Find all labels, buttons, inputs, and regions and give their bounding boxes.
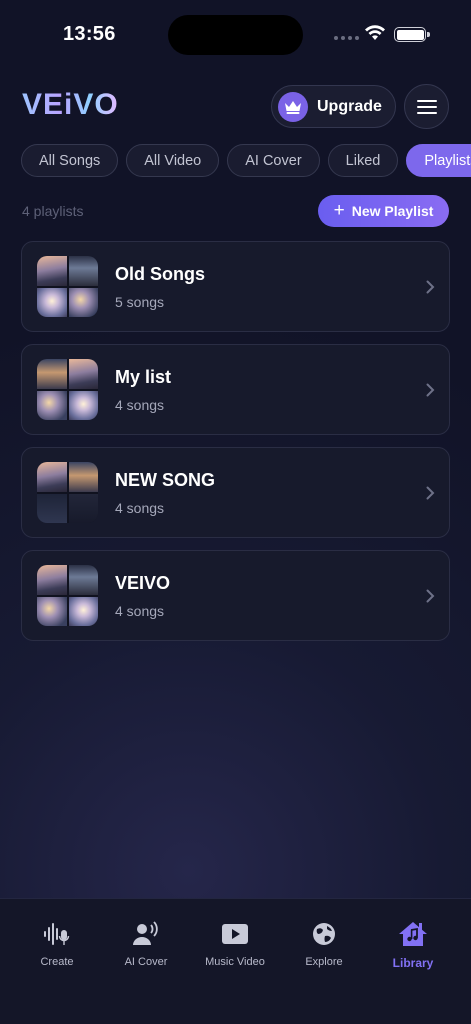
nav-label-explore: Explore: [305, 956, 343, 968]
chevron-right-icon: [426, 486, 435, 500]
nav-label-create: Create: [40, 956, 74, 968]
playlist-cover: [37, 565, 98, 626]
tab-liked[interactable]: Liked: [327, 144, 399, 177]
wifi-icon: [365, 25, 385, 40]
dynamic-island: [168, 15, 303, 55]
nav-explore[interactable]: Explore: [284, 919, 364, 968]
nav-music-video[interactable]: Music Video: [195, 919, 275, 968]
playlist-title: Old Songs: [115, 263, 205, 284]
playlist-card[interactable]: VEIVO 4 songs: [21, 550, 450, 641]
playlists-count: 4 playlists: [22, 203, 84, 219]
playlist-list: Old Songs 5 songs My list 4 songs NEW SO…: [21, 241, 450, 653]
bottom-tab-bar: Create AI Cover Music Video Explore Libr…: [0, 898, 471, 1024]
play-video-icon: [220, 919, 250, 949]
playlist-card[interactable]: NEW SONG 4 songs: [21, 447, 450, 538]
playlist-title: VEIVO: [115, 572, 171, 593]
playlist-cover: [37, 359, 98, 420]
nav-label-library: Library: [392, 956, 434, 970]
plus-icon: +: [333, 199, 345, 221]
waveform-mic-icon: [42, 919, 72, 949]
tab-all-songs[interactable]: All Songs: [21, 144, 119, 177]
signal-icon: [334, 36, 359, 40]
upgrade-button[interactable]: Upgrade: [271, 85, 396, 128]
hamburger-icon: [416, 99, 437, 114]
app-logo: VEiVO: [22, 88, 119, 121]
chevron-right-icon: [426, 589, 435, 603]
tab-all-video[interactable]: All Video: [126, 144, 220, 177]
playlist-song-count: 4 songs: [115, 499, 165, 516]
nav-label-ai-cover: AI Cover: [124, 956, 168, 968]
playlist-cover: [37, 462, 98, 523]
nav-label-music-video: Music Video: [205, 956, 265, 968]
filter-tabs: All Songs All Video AI Cover Liked Playl…: [21, 144, 471, 178]
playlist-card[interactable]: My list 4 songs: [21, 344, 450, 435]
crown-icon: [278, 91, 308, 122]
tab-ai-cover[interactable]: AI Cover: [227, 144, 320, 177]
playlist-card[interactable]: Old Songs 5 songs: [21, 241, 450, 332]
status-bar: 13:56: [0, 0, 471, 70]
new-playlist-button[interactable]: + New Playlist: [318, 195, 449, 227]
tab-playlists[interactable]: Playlists: [406, 144, 471, 177]
globe-icon: [309, 919, 339, 949]
upgrade-label: Upgrade: [317, 97, 382, 115]
chevron-right-icon: [426, 280, 435, 294]
battery-icon: [394, 27, 430, 42]
menu-button[interactable]: [404, 84, 449, 129]
status-time: 13:56: [63, 23, 116, 45]
home-music-icon: [398, 919, 428, 949]
chevron-right-icon: [426, 383, 435, 397]
playlist-song-count: 4 songs: [115, 602, 165, 619]
nav-create[interactable]: Create: [17, 919, 97, 968]
playlist-cover: [37, 256, 98, 317]
voice-person-icon: [131, 919, 161, 949]
new-playlist-label: New Playlist: [351, 203, 434, 219]
playlist-song-count: 5 songs: [115, 293, 165, 310]
nav-library[interactable]: Library: [373, 919, 453, 970]
playlist-song-count: 4 songs: [115, 396, 165, 413]
playlist-title: NEW SONG: [115, 469, 216, 490]
nav-ai-cover[interactable]: AI Cover: [106, 919, 186, 968]
playlist-title: My list: [115, 366, 172, 387]
